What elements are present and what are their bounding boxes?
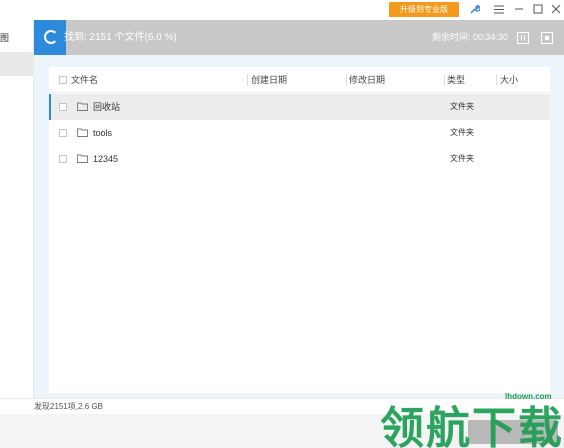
stop-button[interactable]	[541, 32, 553, 44]
scan-progress-fill	[34, 20, 66, 55]
file-table: 文件名 创建日期 修改日期 类型 大小 回收站 文件夹 tools 文件夹 12…	[49, 67, 550, 393]
title-bar: 升级到专业版	[0, 0, 564, 20]
loading-spinner-icon	[44, 30, 58, 44]
close-icon[interactable]	[549, 2, 563, 16]
table-row[interactable]: 12345 文件夹	[49, 146, 550, 172]
select-all-checkbox[interactable]	[59, 76, 67, 84]
folder-icon	[77, 102, 88, 111]
upgrade-pro-button[interactable]: 升级到专业版	[389, 2, 459, 17]
status-summary: 发现2151项,2.6 GB	[34, 402, 103, 411]
column-divider[interactable]	[247, 74, 248, 86]
sidebar-item-selected[interactable]	[0, 52, 34, 76]
file-type: 文件夹	[450, 128, 474, 137]
table-row[interactable]: tools 文件夹	[49, 120, 550, 146]
table-header: 文件名 创建日期 修改日期 类型 大小	[49, 67, 550, 93]
minimize-icon[interactable]	[512, 2, 526, 16]
column-header-created[interactable]: 创建日期	[251, 67, 287, 93]
maximize-icon[interactable]	[531, 2, 545, 16]
column-header-type[interactable]: 类型	[447, 67, 465, 93]
table-row[interactable]: 回收站 文件夹	[49, 94, 550, 120]
column-header-name[interactable]: 文件名	[71, 67, 98, 93]
watermark-logo: 领航下载	[380, 403, 564, 448]
folder-icon	[77, 128, 88, 137]
wrench-icon[interactable]	[467, 2, 481, 16]
column-divider[interactable]	[496, 74, 497, 86]
row-checkbox[interactable]	[59, 129, 67, 137]
row-checkbox[interactable]	[59, 103, 67, 111]
file-name: 12345	[93, 154, 119, 164]
column-header-modified[interactable]: 修改日期	[349, 67, 385, 93]
menu-icon[interactable]	[492, 2, 506, 16]
column-header-size[interactable]: 大小	[500, 67, 518, 93]
column-divider[interactable]	[444, 74, 445, 86]
sidebar-item-view[interactable]: 图	[0, 26, 34, 50]
file-type: 文件夹	[450, 154, 474, 163]
row-checkbox[interactable]	[59, 155, 67, 163]
file-name: tools	[93, 128, 113, 138]
file-name: 回收站	[93, 102, 121, 112]
scan-progress-bar: 找到: 2151 个文件(6.0 %) 剩余时间: 00:34:30	[34, 20, 564, 55]
remaining-time: 剩余时间: 00:34:30	[432, 32, 509, 42]
column-divider[interactable]	[346, 74, 347, 86]
sidebar: 图	[0, 20, 34, 414]
pause-button[interactable]	[517, 32, 529, 44]
scan-found-text: 找到: 2151 个文件(6.0 %)	[64, 32, 177, 43]
row-selection-accent	[49, 94, 51, 120]
folder-icon	[77, 154, 88, 163]
file-type: 文件夹	[450, 102, 474, 111]
